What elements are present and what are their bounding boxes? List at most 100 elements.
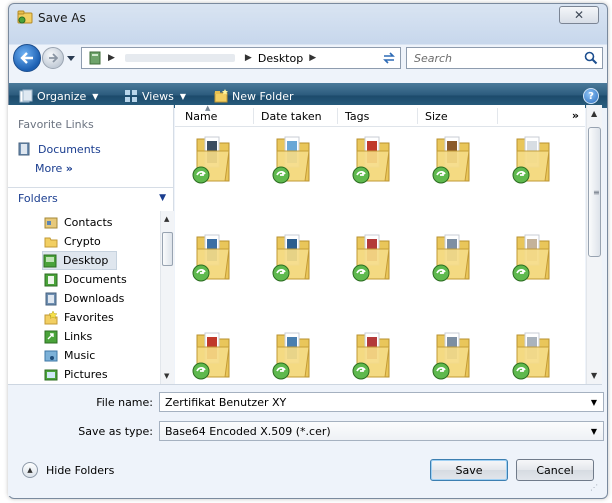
forward-arrow-icon: [49, 53, 58, 63]
refresh-icon: [382, 52, 395, 64]
chevron-right-icon[interactable]: ▶: [108, 53, 115, 63]
tree-item-pictures[interactable]: Pictures: [44, 365, 108, 384]
file-list-scrollbar[interactable]: ▲ ≡ ▼: [586, 105, 602, 384]
tree-item-music[interactable]: Music: [44, 346, 95, 365]
organize-menu[interactable]: Organize ▼: [19, 88, 98, 104]
scroll-down-icon[interactable]: ▼: [591, 371, 597, 380]
scroll-thumb[interactable]: [162, 232, 173, 266]
address-crumb-desktop[interactable]: Desktop: [258, 52, 303, 65]
views-icon: [125, 90, 137, 102]
chevron-down-icon[interactable]: ▼: [591, 427, 597, 436]
folder-shortcut-icon: [352, 136, 390, 184]
navigation-bar: ▶ ▶ Desktop ▶ ▼ Search: [9, 40, 607, 76]
back-button[interactable]: [13, 44, 41, 72]
tree-item-desktop[interactable]: Desktop: [42, 251, 118, 270]
organize-icon: [19, 89, 33, 103]
folder-shortcut-item[interactable]: [185, 133, 233, 185]
folder-shortcut-item[interactable]: [425, 133, 473, 185]
scroll-thumb[interactable]: ≡: [588, 127, 601, 257]
search-icon[interactable]: [584, 51, 598, 65]
tree-item-crypto[interactable]: Crypto: [44, 232, 101, 251]
search-input[interactable]: Search: [406, 47, 603, 69]
scroll-up-icon[interactable]: ▲: [164, 215, 169, 223]
chevron-right-icon[interactable]: ▶: [309, 53, 316, 63]
folder-shortcut-item[interactable]: [505, 133, 553, 185]
more-links-button[interactable]: More »: [35, 162, 73, 175]
title-bar: Save As ✕: [9, 4, 607, 32]
folder-shortcut-item[interactable]: [345, 231, 393, 283]
folder-shortcut-item[interactable]: [505, 329, 553, 381]
save-button[interactable]: Save: [430, 459, 508, 481]
save-as-type-select[interactable]: Base64 Encoded X.509 (*.cer) ▼: [159, 421, 604, 441]
close-icon: ✕: [573, 8, 585, 22]
column-header-size[interactable]: Size: [425, 110, 448, 123]
save-label: Save: [455, 463, 483, 477]
computer-icon: [89, 51, 101, 65]
folder-shortcut-item[interactable]: [345, 133, 393, 185]
chevron-down-icon[interactable]: ▼: [591, 398, 597, 407]
column-divider[interactable]: [497, 108, 498, 124]
close-button[interactable]: ✕: [559, 6, 599, 24]
column-header-name[interactable]: Name: [185, 110, 217, 123]
redacted-crumb: [124, 54, 235, 62]
hide-folders-button[interactable]: ▲ Hide Folders: [22, 462, 114, 478]
folder-icon: [44, 237, 58, 247]
hide-folders-label: Hide Folders: [46, 463, 115, 477]
contacts-icon: [44, 217, 58, 228]
folder-shortcut-item[interactable]: [425, 231, 473, 283]
column-divider[interactable]: [253, 108, 254, 124]
tree-item-label: Pictures: [64, 368, 108, 381]
new-folder-button[interactable]: New Folder: [214, 88, 293, 104]
file-name-label: File name:: [96, 396, 153, 409]
tree-item-label: Favorites: [64, 311, 114, 324]
column-divider[interactable]: [417, 108, 418, 124]
folder-shortcut-icon: [432, 332, 470, 380]
scroll-up-icon[interactable]: ▲: [591, 109, 597, 118]
favorite-link-documents[interactable]: Documents: [18, 142, 101, 156]
tree-item-downloads[interactable]: Downloads: [44, 289, 124, 308]
file-name-value[interactable]: Zertifikat Benutzer XY: [165, 396, 286, 409]
folders-header[interactable]: Folders ▼: [8, 187, 174, 209]
folder-tree-scrollbar[interactable]: ▲ ▼: [160, 211, 174, 384]
folder-shortcut-item[interactable]: [265, 231, 313, 283]
views-menu[interactable]: Views ▼: [124, 88, 186, 104]
folder-shortcut-item[interactable]: [185, 329, 233, 381]
column-header-date-taken[interactable]: Date taken: [261, 110, 322, 123]
window-title: Save As: [38, 11, 86, 25]
file-name-field[interactable]: Zertifikat Benutzer XY ▼: [159, 392, 604, 412]
tree-item-documents[interactable]: Documents: [44, 270, 127, 289]
folder-shortcut-item[interactable]: [505, 231, 553, 283]
tree-item-favorites[interactable]: Favorites: [44, 308, 114, 327]
column-divider[interactable]: [337, 108, 338, 124]
address-bar[interactable]: ▶ ▶ Desktop ▶ ▼: [81, 47, 393, 69]
new-folder-icon: [214, 89, 228, 103]
tree-item-links[interactable]: Links: [44, 327, 92, 346]
recent-pages-dropdown-icon[interactable]: [67, 54, 75, 62]
tree-item-label: Links: [64, 330, 93, 343]
folder-shortcut-item[interactable]: [425, 329, 473, 381]
help-button[interactable]: ?: [583, 88, 599, 104]
folder-shortcut-item[interactable]: [265, 133, 313, 185]
folder-shortcut-icon: [272, 136, 310, 184]
more-columns-icon[interactable]: »: [572, 109, 579, 122]
tree-item-label: Music: [64, 349, 96, 362]
forward-button[interactable]: [42, 47, 64, 69]
folder-shortcut-item[interactable]: [185, 231, 233, 283]
tree-item-label: Downloads: [64, 292, 125, 305]
chevron-right-icon[interactable]: ▶: [245, 53, 252, 63]
column-header-tags[interactable]: Tags: [345, 110, 369, 123]
scroll-down-icon[interactable]: ▼: [164, 372, 169, 380]
back-arrow-icon: [20, 52, 33, 64]
resize-grip-icon[interactable]: ⋰: [590, 483, 598, 492]
folder-shortcut-item[interactable]: [265, 329, 313, 381]
tree-item-contacts[interactable]: Contacts: [44, 213, 113, 232]
folder-shortcut-icon: [512, 234, 550, 282]
file-list: Name ▲ Date taken Tags Size »: [175, 105, 585, 384]
refresh-button[interactable]: [377, 47, 401, 69]
search-placeholder: Search: [414, 51, 453, 65]
folder-shortcut-item[interactable]: [345, 329, 393, 381]
cancel-button[interactable]: Cancel: [516, 459, 594, 481]
desktop-icon: [43, 254, 57, 267]
save-as-type-value: Base64 Encoded X.509 (*.cer): [165, 424, 331, 438]
tree-item-label: Crypto: [64, 235, 101, 248]
